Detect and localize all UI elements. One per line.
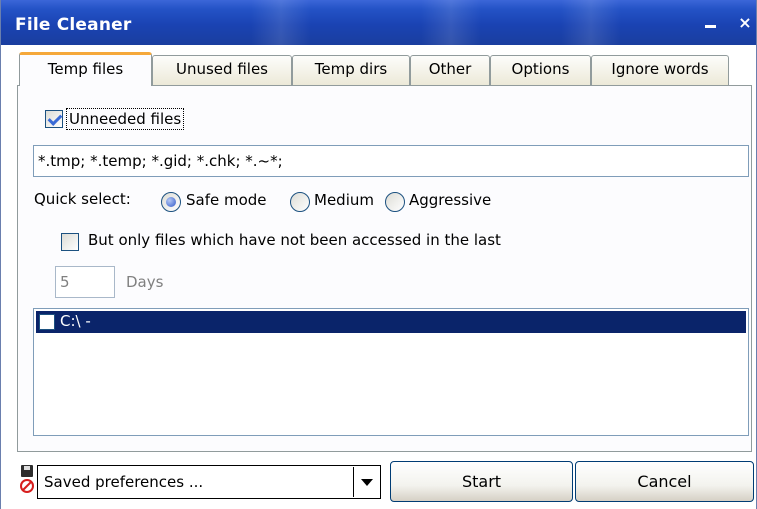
- saved-preferences-select[interactable]: Saved preferences ...: [37, 465, 381, 499]
- not-accessed-label[interactable]: But only files which have not been acces…: [88, 231, 501, 249]
- tab-temp-files[interactable]: Temp files: [19, 52, 152, 86]
- title-bar[interactable]: File Cleaner ×: [1, 0, 756, 45]
- minimize-icon: [705, 25, 716, 28]
- not-accessed-checkbox[interactable]: [61, 233, 79, 251]
- tab-ignore-words[interactable]: Ignore words: [591, 55, 729, 85]
- quick-select-label: Quick select:: [34, 190, 131, 208]
- tab-temp-dirs[interactable]: Temp dirs: [292, 55, 410, 85]
- tab-strip: Temp files Unused files Temp dirs Other …: [19, 52, 749, 86]
- safe-mode-label[interactable]: Safe mode: [186, 191, 267, 209]
- unneeded-files-label[interactable]: Unneeded files: [66, 108, 185, 130]
- window-title: File Cleaner: [15, 15, 132, 35]
- cancel-button[interactable]: Cancel: [575, 461, 754, 502]
- file-patterns-input[interactable]: [33, 145, 749, 177]
- file-cleaner-window: File Cleaner × Temp files Unused files T…: [0, 0, 757, 509]
- unneeded-files-checkbox[interactable]: [45, 110, 63, 128]
- close-button[interactable]: ×: [734, 12, 756, 34]
- chevron-down-icon[interactable]: [353, 467, 379, 497]
- safe-mode-radio[interactable]: [161, 192, 181, 212]
- drive-label: C:\ -: [60, 312, 91, 330]
- tab-options[interactable]: Options: [490, 55, 591, 85]
- minimize-button[interactable]: [697, 12, 723, 34]
- saved-preferences-value: Saved preferences ...: [44, 473, 204, 491]
- medium-label[interactable]: Medium: [314, 191, 374, 209]
- aggressive-radio[interactable]: [385, 192, 405, 212]
- drive-checkbox[interactable]: [39, 314, 55, 330]
- tab-unused-files[interactable]: Unused files: [152, 55, 292, 85]
- list-item[interactable]: C:\ -: [36, 311, 746, 333]
- start-button[interactable]: Start: [390, 461, 573, 502]
- tab-other[interactable]: Other: [410, 55, 490, 85]
- days-label: Days: [126, 273, 164, 291]
- aggressive-label[interactable]: Aggressive: [409, 191, 491, 209]
- drive-list[interactable]: C:\ -: [33, 308, 749, 436]
- days-input[interactable]: [55, 266, 115, 298]
- medium-radio[interactable]: [290, 192, 310, 212]
- disk-no-icon[interactable]: [19, 465, 35, 499]
